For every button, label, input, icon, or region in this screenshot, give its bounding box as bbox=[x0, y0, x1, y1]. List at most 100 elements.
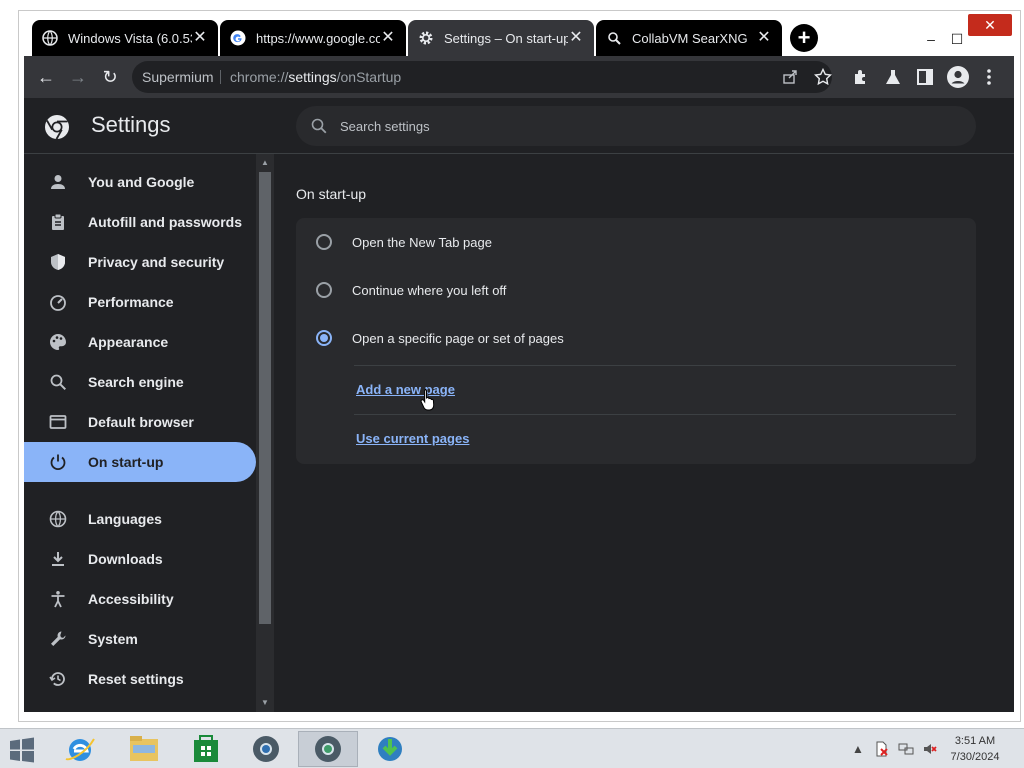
speedometer-icon bbox=[48, 292, 68, 312]
settings-sidebar: You and Google Autofill and passwords Pr… bbox=[24, 154, 256, 712]
back-button[interactable]: ← bbox=[35, 66, 57, 88]
sidebar-item-label: Performance bbox=[88, 294, 174, 310]
sidebar-item-label: You and Google bbox=[88, 174, 195, 190]
globe-favicon-icon bbox=[42, 30, 58, 46]
extensions-puzzle-icon[interactable] bbox=[852, 68, 870, 86]
sidebar-item-label: Appearance bbox=[88, 334, 169, 350]
palette-icon bbox=[48, 332, 68, 352]
search-icon bbox=[310, 117, 328, 135]
radio-continue-where-left-off[interactable]: Continue where you left off bbox=[296, 266, 976, 314]
reload-button[interactable]: ↻ bbox=[99, 66, 121, 88]
radio-button[interactable] bbox=[316, 282, 332, 298]
network-icon[interactable] bbox=[898, 741, 914, 757]
share-icon[interactable] bbox=[782, 69, 798, 85]
sidebar-item-accessibility[interactable]: Accessibility bbox=[24, 579, 256, 619]
sidebar-item-label: Accessibility bbox=[88, 591, 174, 607]
tab-close-icon[interactable]: ✕ bbox=[756, 30, 772, 46]
add-new-page-link[interactable]: Add a new page bbox=[356, 382, 455, 397]
settings-page: Settings You and Google Autofill and pas… bbox=[24, 98, 1014, 712]
sidebar-item-appearance[interactable]: Appearance bbox=[24, 322, 256, 362]
search-settings-box[interactable] bbox=[296, 106, 976, 146]
sidebar-item-label: System bbox=[88, 631, 138, 647]
sidebar-item-reset-settings[interactable]: Reset settings bbox=[24, 659, 256, 699]
system-clock[interactable]: 3:51 AM 7/30/2024 bbox=[940, 733, 1010, 765]
url-text[interactable]: chrome://settings/onStartup bbox=[230, 61, 401, 93]
sidebar-item-search-engine[interactable]: Search engine bbox=[24, 362, 256, 402]
scroll-up-arrow-icon[interactable]: ▲ bbox=[260, 158, 270, 168]
address-bar[interactable]: Supermium chrome://settings/onStartup bbox=[132, 61, 833, 93]
browser-window-icon bbox=[48, 412, 68, 432]
internet-explorer-icon[interactable] bbox=[50, 731, 110, 767]
startup-options-card: Open the New Tab page Continue where you… bbox=[296, 218, 976, 464]
use-current-pages-link[interactable]: Use current pages bbox=[356, 431, 469, 446]
sidebar-item-performance[interactable]: Performance bbox=[24, 282, 256, 322]
search-input[interactable] bbox=[340, 106, 960, 146]
windows-start-icon[interactable] bbox=[6, 737, 38, 763]
close-window-button[interactable]: ✕ bbox=[968, 14, 1012, 36]
sidebar-scrollbar[interactable]: ▲ ▼ bbox=[256, 154, 274, 712]
clipboard-icon bbox=[48, 212, 68, 232]
action-center-icon[interactable] bbox=[874, 741, 890, 757]
volume-muted-icon[interactable] bbox=[922, 741, 938, 757]
divider bbox=[354, 365, 956, 366]
menu-kebab-icon[interactable] bbox=[984, 68, 994, 86]
supermium-active-icon[interactable] bbox=[298, 731, 358, 767]
profile-avatar-icon[interactable] bbox=[947, 66, 969, 88]
sidebar-item-label: Downloads bbox=[88, 551, 163, 567]
tab-close-icon[interactable]: ✕ bbox=[192, 30, 208, 46]
windows-taskbar: ▲ 3:51 AM 7/30/2024 bbox=[0, 728, 1024, 768]
shield-icon bbox=[48, 252, 68, 272]
accessibility-icon bbox=[48, 589, 68, 609]
sidebar-item-label: On start-up bbox=[88, 454, 164, 470]
sidebar-item-autofill[interactable]: Autofill and passwords bbox=[24, 202, 256, 242]
tab-title: Settings – On start-up bbox=[444, 30, 568, 46]
forward-button[interactable]: → bbox=[67, 66, 89, 88]
radio-open-new-tab[interactable]: Open the New Tab page bbox=[296, 218, 976, 266]
scrollbar-thumb[interactable] bbox=[259, 172, 271, 624]
download-manager-icon[interactable] bbox=[360, 731, 420, 767]
tab-searxng[interactable]: CollabVM SearXNG ✕ bbox=[596, 20, 782, 56]
radio-label: Continue where you left off bbox=[352, 282, 507, 298]
tab-settings[interactable]: Settings – On start-up ✕ bbox=[408, 20, 594, 56]
side-panel-icon[interactable] bbox=[916, 68, 934, 86]
tray-expand-icon[interactable]: ▲ bbox=[850, 741, 866, 757]
sidebar-item-languages[interactable]: Languages bbox=[24, 499, 256, 539]
gear-favicon-icon bbox=[418, 30, 434, 46]
bookmark-star-icon[interactable] bbox=[813, 67, 833, 86]
tab-windows-vista[interactable]: Windows Vista (6.0.53 ✕ bbox=[32, 20, 218, 56]
power-icon bbox=[48, 452, 68, 472]
radio-label: Open the New Tab page bbox=[352, 234, 492, 250]
chrome-logo-icon bbox=[44, 114, 70, 140]
lab-flask-icon[interactable] bbox=[884, 68, 902, 86]
tab-google[interactable]: https://www.google.co ✕ bbox=[220, 20, 406, 56]
history-icon bbox=[48, 669, 68, 689]
supermium-browser-icon[interactable] bbox=[236, 731, 296, 767]
sidebar-item-privacy[interactable]: Privacy and security bbox=[24, 242, 256, 282]
sidebar-item-on-startup[interactable]: On start-up bbox=[24, 442, 256, 482]
tab-strip: Windows Vista (6.0.53 ✕ https://www.goog… bbox=[24, 14, 1014, 56]
sidebar-item-you-and-google[interactable]: You and Google bbox=[24, 162, 256, 202]
hand-cursor-icon bbox=[420, 388, 436, 412]
tab-close-icon[interactable]: ✕ bbox=[568, 30, 584, 46]
minimize-button[interactable]: – bbox=[920, 28, 942, 50]
sidebar-item-default-browser[interactable]: Default browser bbox=[24, 402, 256, 442]
tab-title: Windows Vista (6.0.53 bbox=[68, 30, 192, 46]
scroll-down-arrow-icon[interactable]: ▼ bbox=[260, 698, 270, 708]
radio-button-selected[interactable] bbox=[316, 330, 332, 346]
browser-toolbar: ← → ↻ Supermium chrome://settings/onStar… bbox=[24, 56, 1014, 98]
new-tab-button[interactable]: + bbox=[790, 24, 818, 52]
sidebar-item-label: Search engine bbox=[88, 374, 184, 390]
radio-open-specific-pages[interactable]: Open a specific page or set of pages bbox=[296, 314, 976, 362]
page-title: Settings bbox=[91, 112, 171, 137]
sidebar-item-label: Autofill and passwords bbox=[88, 214, 243, 230]
radio-button[interactable] bbox=[316, 234, 332, 250]
section-title: On start-up bbox=[296, 186, 367, 202]
sidebar-item-system[interactable]: System bbox=[24, 619, 256, 659]
clock-date: 7/30/2024 bbox=[950, 751, 1000, 763]
store-icon[interactable] bbox=[176, 731, 236, 767]
sidebar-item-downloads[interactable]: Downloads bbox=[24, 539, 256, 579]
tab-close-icon[interactable]: ✕ bbox=[380, 30, 396, 46]
maximize-button[interactable]: ☐ bbox=[946, 28, 968, 50]
file-explorer-icon[interactable] bbox=[114, 731, 174, 767]
person-icon bbox=[48, 172, 68, 192]
